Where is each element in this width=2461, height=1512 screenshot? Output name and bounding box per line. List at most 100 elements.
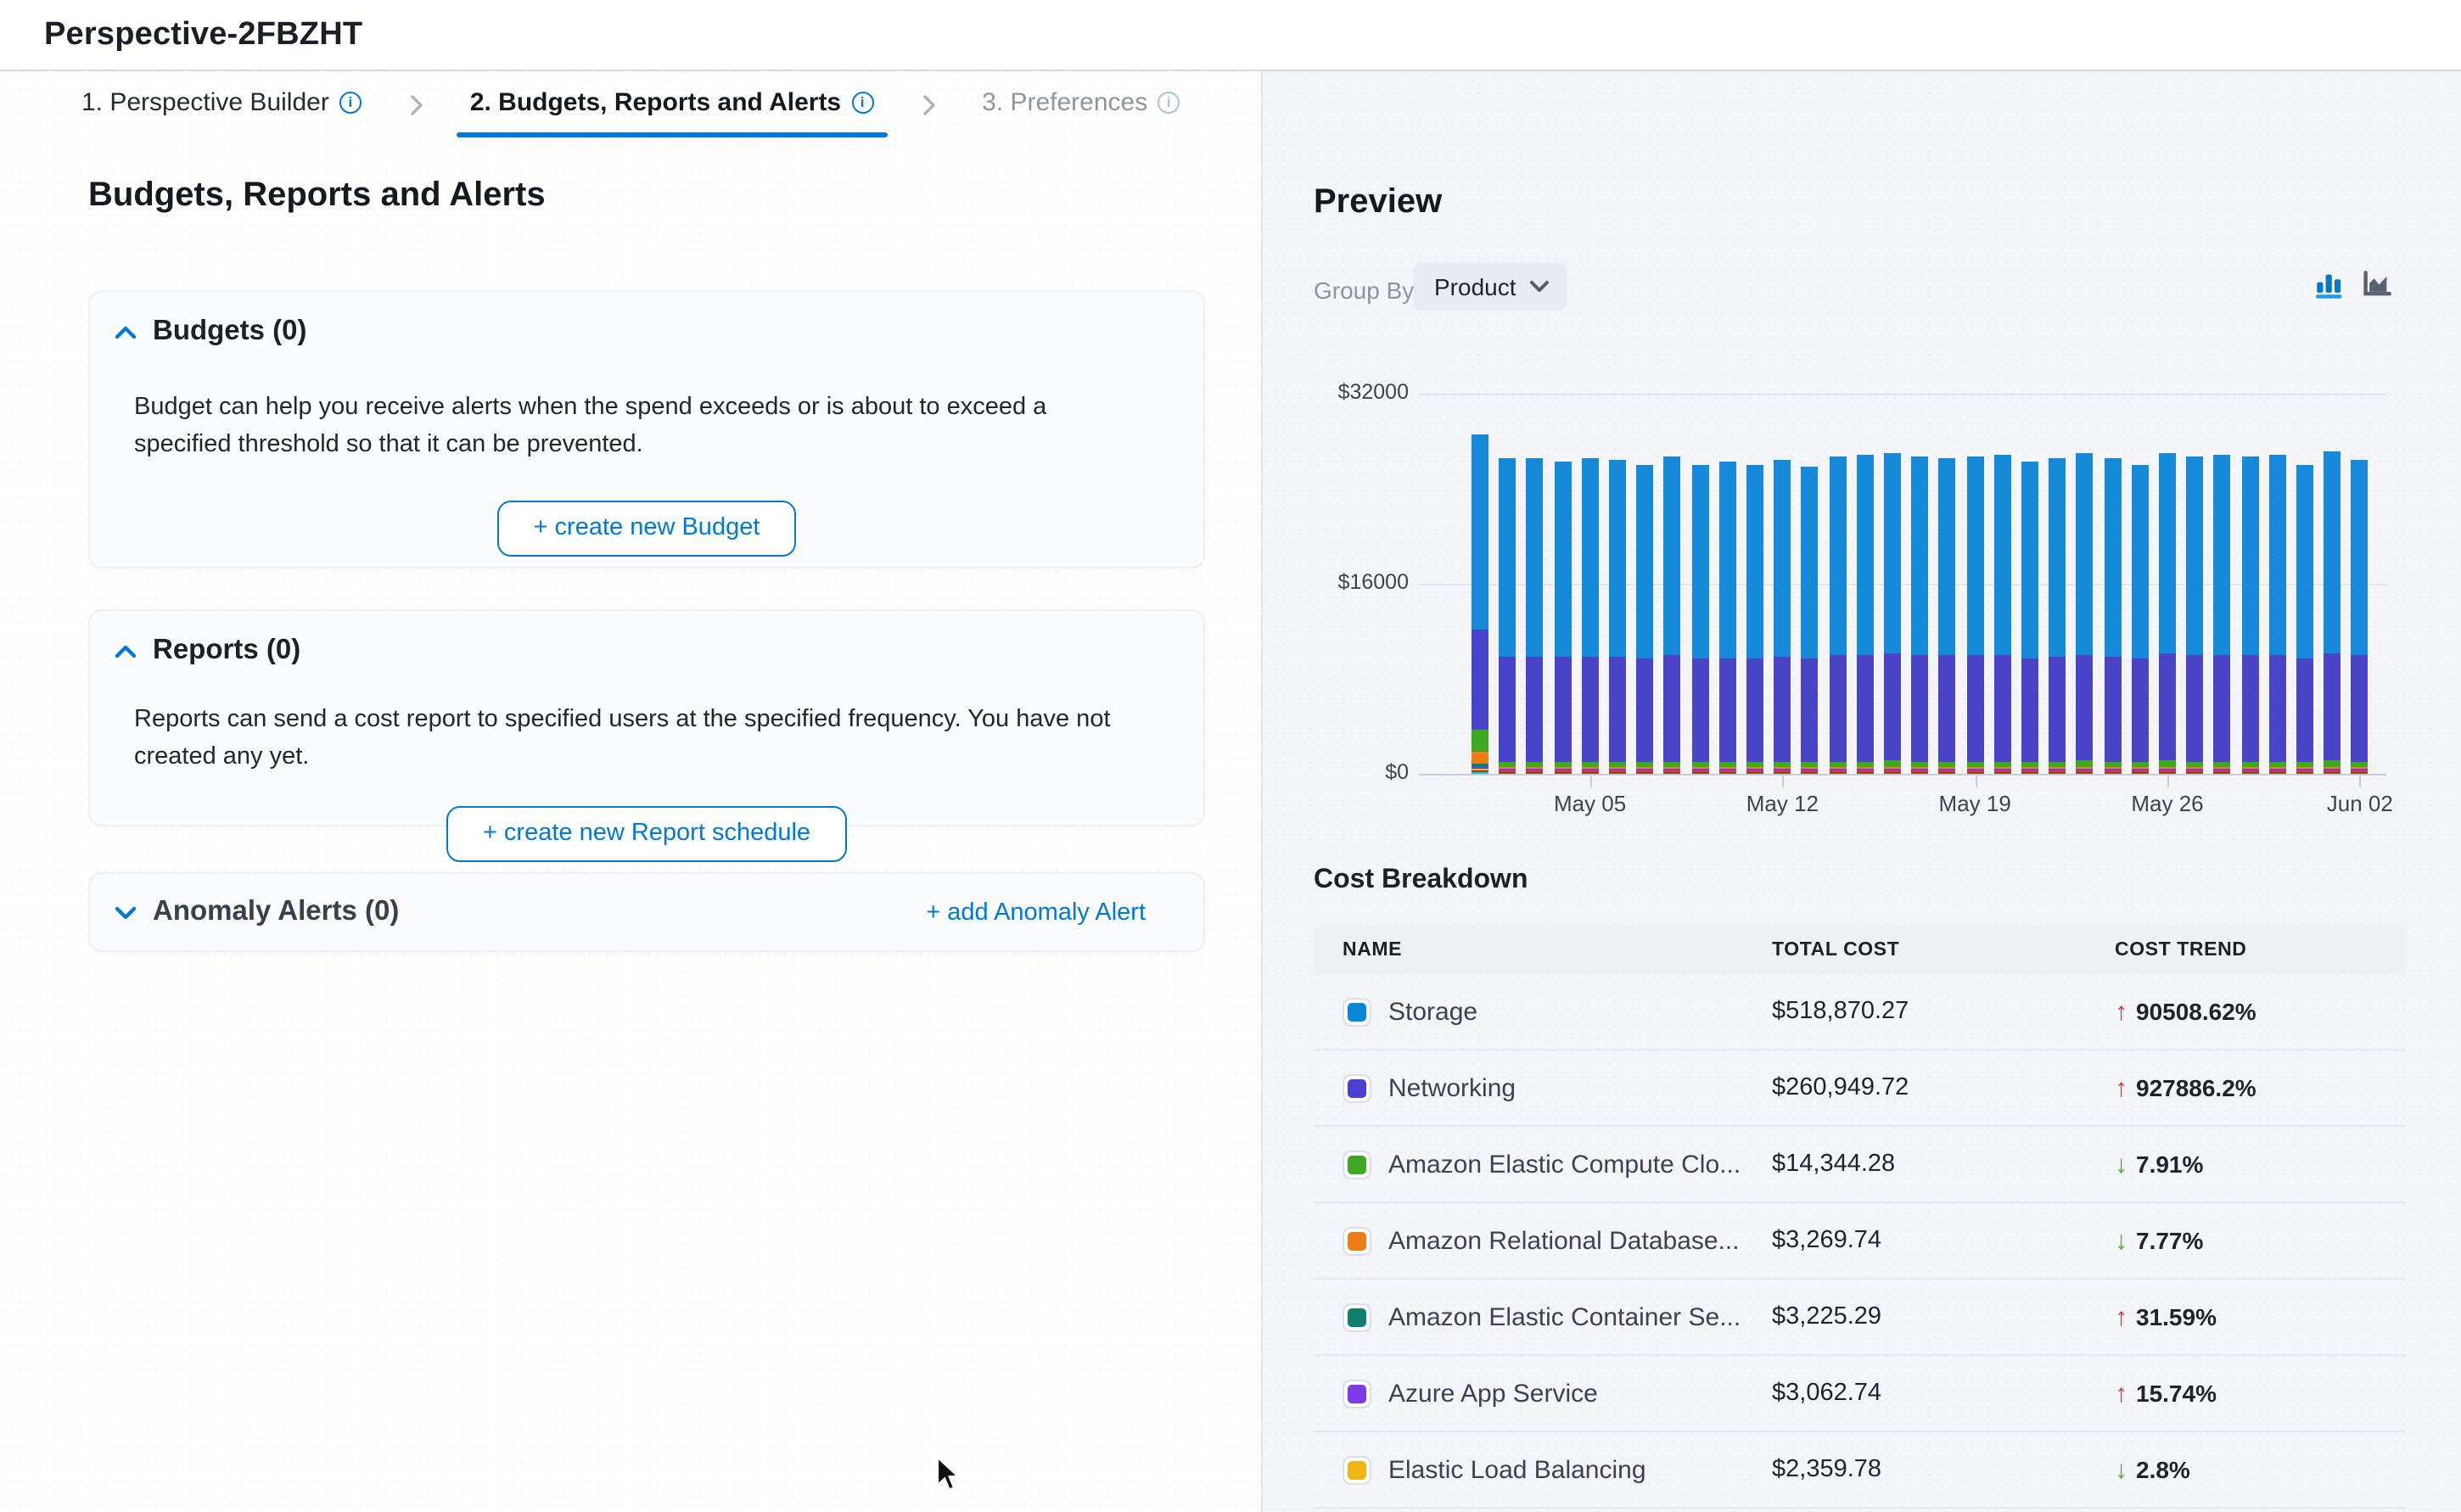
bar-segment-unlabeled-maroon-sliver <box>2241 772 2258 774</box>
stacked-bar[interactable] <box>2049 458 2066 774</box>
stacked-bar[interactable] <box>1554 462 1571 774</box>
add-anomaly-alert-link[interactable]: + add Anomaly Alert <box>926 899 1146 926</box>
table-row[interactable]: Elastic Load Balancing$2,359.78↓2.8% <box>1314 1432 2405 1509</box>
legend-color-swatch <box>1343 997 1371 1026</box>
reports-title[interactable]: Reports (0) <box>153 635 300 667</box>
x-axis-tick-label: May 26 <box>2131 790 2203 815</box>
group-by-dropdown[interactable]: Product <box>1414 263 1567 311</box>
stacked-bar[interactable] <box>2269 454 2286 773</box>
create-report-schedule-button[interactable]: + create new Report schedule <box>447 806 846 862</box>
cost-trend-value: 31.59% <box>2136 1303 2217 1330</box>
stacked-bar[interactable] <box>1527 457 1544 773</box>
stacked-bar[interactable] <box>2077 454 2094 773</box>
stacked-bar[interactable] <box>2324 451 2340 773</box>
cost-trend-value: 2.8% <box>2136 1456 2190 1483</box>
bar-segment-unlabeled-maroon-sliver <box>1499 772 1516 774</box>
stacked-bar[interactable] <box>1636 464 1653 773</box>
bar-segment-networking <box>2269 655 2286 761</box>
bar-segment-unlabeled-maroon-sliver <box>1994 772 2011 774</box>
bar-segment-storage <box>1829 456 1846 656</box>
table-row[interactable]: Amazon Relational Database...$3,269.74↓7… <box>1314 1203 2405 1280</box>
stacked-bar[interactable] <box>1966 456 1983 773</box>
bar-segment-storage <box>2296 466 2313 659</box>
bar-segment-unlabeled-maroon-sliver <box>1664 772 1681 774</box>
stacked-bar[interactable] <box>1582 458 1599 773</box>
total-cost-value: $3,225.29 <box>1772 1303 2115 1330</box>
stacked-bar[interactable] <box>1939 458 1956 773</box>
stacked-bar[interactable] <box>1911 457 1928 774</box>
table-row[interactable]: Amazon Elastic Compute Clo...$14,344.28↓… <box>1314 1127 2405 1203</box>
stacked-bar[interactable] <box>1664 456 1681 773</box>
stacked-bar[interactable] <box>1857 455 1874 774</box>
bar-segment-storage <box>1719 462 1736 658</box>
x-axis-tick <box>2360 773 2362 787</box>
stacked-bar[interactable] <box>2296 466 2313 773</box>
table-row[interactable]: Storage$518,870.27↑90508.62% <box>1314 974 2405 1050</box>
bar-segment-networking <box>1719 658 1736 762</box>
bar-segment-storage <box>2049 458 2066 657</box>
reports-card: Reports (0) Reports can send a cost repo… <box>88 609 1205 826</box>
product-name: Storage <box>1388 997 1477 1026</box>
stacked-bar[interactable] <box>2214 455 2231 773</box>
table-header-row: NAME TOTAL COST COST TREND <box>1314 927 2405 974</box>
bar-segment-storage <box>1691 466 1708 659</box>
legend-color-swatch <box>1343 1073 1371 1102</box>
bar-segment-storage <box>1609 460 1626 658</box>
bar-segment-storage <box>1857 455 1874 655</box>
stacked-bar[interactable] <box>1774 460 1791 773</box>
stacked-bar[interactable] <box>2021 462 2038 773</box>
stacked-bar[interactable] <box>1994 455 2011 774</box>
stacked-bar[interactable] <box>2104 458 2121 773</box>
stacked-bar[interactable] <box>2186 456 2203 773</box>
chevron-up-icon[interactable] <box>114 322 137 342</box>
bar-segment-unlabeled-maroon-sliver <box>1609 772 1626 774</box>
stacked-bar[interactable] <box>1802 467 1819 774</box>
bar-segment-unlabeled-maroon-sliver <box>1857 772 1874 774</box>
table-row[interactable]: Networking$260,949.72↑927886.2% <box>1314 1050 2405 1127</box>
x-axis-tick <box>1782 773 1784 787</box>
group-by-label: Group By <box>1314 277 1414 304</box>
column-header-cost-trend: COST TREND <box>2115 940 2405 960</box>
stacked-bar[interactable] <box>1746 465 1763 773</box>
y-axis-tick-label: $32000 <box>1263 379 1409 403</box>
stacked-bar[interactable] <box>1499 459 1516 774</box>
stacked-bar[interactable] <box>2241 457 2258 773</box>
stacked-bar[interactable] <box>2352 459 2369 773</box>
create-budget-button[interactable]: + create new Budget <box>498 501 796 557</box>
bar-segment-unlabeled-maroon-sliver <box>2186 772 2203 774</box>
stacked-bar[interactable] <box>1829 456 1846 773</box>
bar-segment-storage <box>2077 454 2094 655</box>
cost-trend-value: 15.74% <box>2136 1380 2217 1407</box>
stacked-bar[interactable] <box>1719 462 1736 773</box>
bar-chart-icon[interactable] <box>2315 270 2346 300</box>
anomaly-alerts-title[interactable]: Anomaly Alerts (0) <box>153 896 399 928</box>
bar-segment-storage <box>1636 464 1653 658</box>
cost-trend-value: 90508.62% <box>2136 998 2256 1025</box>
chevron-down-icon[interactable] <box>114 902 137 922</box>
bar-segment-storage <box>1774 460 1791 658</box>
stacked-bar[interactable] <box>1884 453 1901 773</box>
stacked-bar[interactable] <box>1691 466 1708 773</box>
budgets-card: Budgets (0) Budget can help you receive … <box>88 290 1205 568</box>
anomaly-alerts-card: Anomaly Alerts (0) + add Anomaly Alert <box>88 872 1205 952</box>
preview-title: Preview <box>1314 183 1442 222</box>
legend-color-swatch <box>1343 1226 1371 1255</box>
bar-segment-unlabeled-maroon-sliver <box>1802 772 1819 773</box>
bar-segment-storage <box>1554 462 1571 658</box>
y-axis-tick-label: $16000 <box>1263 569 1409 593</box>
main-content: Budgets, Reports and Alerts Budgets (0) … <box>0 71 1261 1512</box>
x-axis-tick-label: May 19 <box>1939 790 2011 815</box>
bar-segment-networking <box>1857 655 1874 761</box>
table-row[interactable]: Azure App Service$3,062.74↑15.74% <box>1314 1356 2405 1432</box>
bar-segment-networking <box>2324 652 2340 760</box>
area-chart-icon[interactable] <box>2361 270 2391 300</box>
chevron-up-icon[interactable] <box>114 641 137 661</box>
bar-segment-storage <box>2186 456 2203 655</box>
stacked-bar[interactable] <box>2132 464 2149 773</box>
stacked-bar[interactable] <box>1472 434 1488 773</box>
stacked-bar[interactable] <box>1609 460 1626 773</box>
chevron-down-icon <box>1530 272 1550 302</box>
table-row[interactable]: Amazon Elastic Container Se...$3,225.29↑… <box>1314 1280 2405 1356</box>
stacked-bar[interactable] <box>2159 452 2176 773</box>
budgets-title[interactable]: Budgets (0) <box>153 316 307 348</box>
